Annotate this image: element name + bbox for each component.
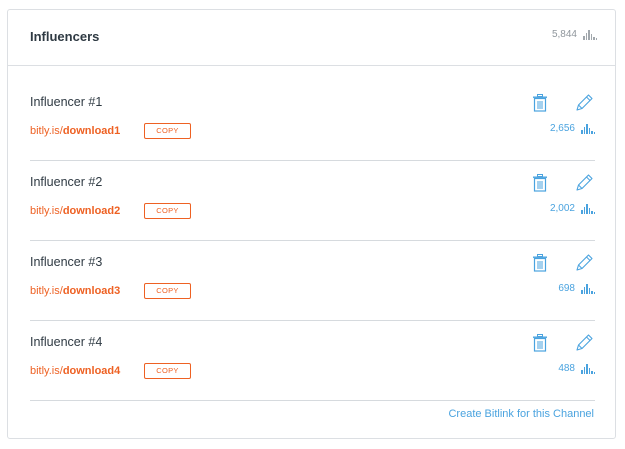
trash-icon[interactable] (532, 254, 548, 272)
trash-icon[interactable] (532, 94, 548, 112)
influencer-name: Influencer #1 (30, 95, 103, 109)
list-item: Influencer #2 bitly.is/download2 COPY 2,… (30, 161, 595, 241)
panel-header: Influencers 5,844 (8, 10, 615, 66)
bitlink-slug: download4 (62, 365, 121, 377)
panel-title: Influencers (30, 29, 100, 44)
bitlink-slug: download1 (62, 125, 121, 137)
clicks-count: 488 (558, 363, 575, 374)
pencil-icon[interactable] (574, 253, 594, 273)
copy-button[interactable]: COPY (144, 203, 191, 219)
influencers-panel: Influencers 5,844 Influencer #1 bitly.is… (7, 9, 616, 439)
clicks-count: 2,656 (549, 123, 575, 134)
clicks-stat[interactable]: 488 (558, 363, 595, 374)
bitlink-domain: bitly.is/ (30, 285, 63, 297)
copy-button[interactable]: COPY (144, 363, 191, 379)
bitlink-domain: bitly.is/ (30, 125, 63, 137)
pencil-icon[interactable] (574, 93, 594, 113)
bar-chart-icon (581, 283, 595, 294)
clicks-count: 698 (558, 283, 575, 294)
list-item: Influencer #3 bitly.is/download3 COPY 69… (30, 241, 595, 321)
trash-icon[interactable] (532, 334, 548, 352)
bitlink[interactable]: bitly.is/download2 (30, 205, 120, 217)
clicks-count: 2,002 (549, 203, 575, 214)
list-item: Influencer #1 bitly.is/download1 COPY 2,… (30, 81, 595, 161)
bitlink-domain: bitly.is/ (30, 205, 63, 217)
list-item: Influencer #4 bitly.is/download4 COPY 48… (30, 321, 595, 401)
bitlink[interactable]: bitly.is/download3 (30, 285, 120, 297)
clicks-stat[interactable]: 698 (558, 283, 595, 294)
trash-icon[interactable] (532, 174, 548, 192)
bar-chart-icon (581, 203, 595, 214)
clicks-stat[interactable]: 2,656 (550, 123, 595, 134)
influencer-name: Influencer #4 (30, 335, 103, 349)
copy-button[interactable]: COPY (144, 283, 191, 299)
influencer-list: Influencer #1 bitly.is/download1 COPY 2,… (30, 81, 595, 401)
bitlink[interactable]: bitly.is/download1 (30, 125, 120, 137)
influencer-name: Influencer #3 (30, 255, 103, 269)
bitlink-domain: bitly.is/ (30, 365, 63, 377)
bitlink[interactable]: bitly.is/download4 (30, 365, 120, 377)
bitlink-slug: download3 (62, 285, 121, 297)
pencil-icon[interactable] (574, 333, 594, 353)
clicks-stat[interactable]: 2,002 (550, 203, 595, 214)
total-clicks-count: 5,844 (551, 29, 577, 40)
create-bitlink-link[interactable]: Create Bitlink for this Channel (448, 408, 594, 420)
influencer-name: Influencer #2 (30, 175, 103, 189)
bar-chart-icon (581, 363, 595, 374)
bitlink-slug: download2 (62, 205, 121, 217)
copy-button[interactable]: COPY (144, 123, 191, 139)
total-clicks-stat[interactable]: 5,844 (552, 29, 597, 40)
bar-chart-icon (581, 123, 595, 134)
bar-chart-icon (583, 29, 597, 40)
pencil-icon[interactable] (574, 173, 594, 193)
